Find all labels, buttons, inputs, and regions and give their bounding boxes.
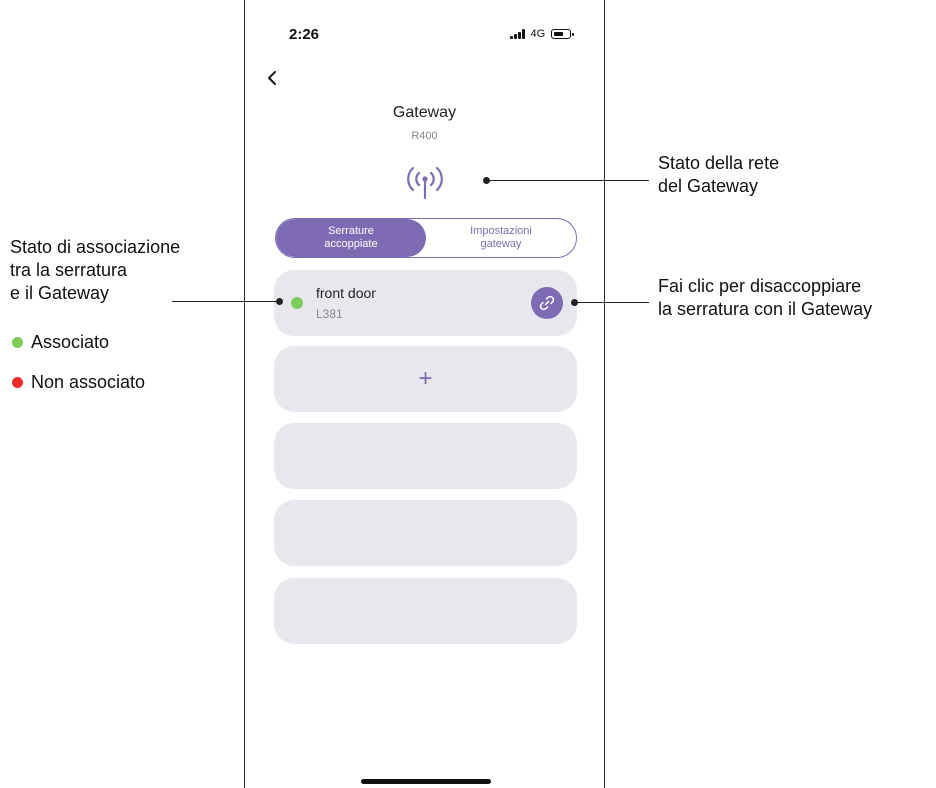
association-status-dot bbox=[291, 297, 303, 309]
page-title: Gateway bbox=[392, 104, 457, 121]
home-indicator bbox=[361, 779, 491, 784]
tab-gateway-settings[interactable]: Impostazioni gateway bbox=[426, 219, 576, 257]
empty-slot-card bbox=[274, 578, 577, 644]
annotation-unlink-hint: Fai clic per disaccoppiare la serratura … bbox=[658, 276, 873, 319]
segmented-tabs: Serrature accoppiate Impostazioni gatewa… bbox=[275, 218, 577, 258]
callout-line bbox=[575, 302, 649, 303]
callout-line bbox=[487, 180, 649, 181]
chevron-left-icon bbox=[268, 71, 276, 85]
legend-associated: Associato bbox=[12, 332, 109, 353]
device-model: L381 bbox=[316, 307, 343, 321]
status-time: 2:26 bbox=[289, 26, 320, 43]
red-dot-icon bbox=[12, 377, 23, 388]
green-dot-icon bbox=[12, 337, 23, 348]
callout-line bbox=[172, 301, 279, 302]
cellular-signal-icon bbox=[510, 29, 525, 39]
annotation-association-status: Stato di associazione tra la serratura e… bbox=[10, 237, 181, 303]
tab-paired-locks[interactable]: Serrature accoppiate bbox=[276, 219, 426, 257]
tab-paired-locks-label: Serrature accoppiate bbox=[324, 225, 378, 250]
device-name: front door bbox=[316, 285, 376, 301]
network-type: 4G bbox=[530, 28, 546, 40]
battery-icon bbox=[551, 29, 574, 39]
unlink-button[interactable] bbox=[531, 287, 563, 319]
plus-icon[interactable]: + bbox=[274, 346, 577, 412]
empty-slot-card bbox=[274, 500, 577, 566]
tab-gateway-settings-label: Impostazioni gateway bbox=[470, 225, 532, 250]
legend-associated-label: Associato bbox=[31, 332, 110, 352]
status-indicators: 4G bbox=[510, 28, 574, 40]
page-subtitle: R400 bbox=[411, 130, 438, 142]
annotation-network-status: Stato della rete del Gateway bbox=[658, 153, 780, 196]
back-button[interactable] bbox=[262, 67, 282, 89]
link-icon bbox=[539, 295, 555, 311]
legend-not-associated: Non associato bbox=[12, 372, 145, 393]
callout-dot bbox=[276, 298, 283, 305]
antenna-signal-icon bbox=[407, 166, 443, 200]
legend-not-associated-label: Non associato bbox=[31, 372, 146, 392]
empty-slot-card bbox=[274, 423, 577, 489]
